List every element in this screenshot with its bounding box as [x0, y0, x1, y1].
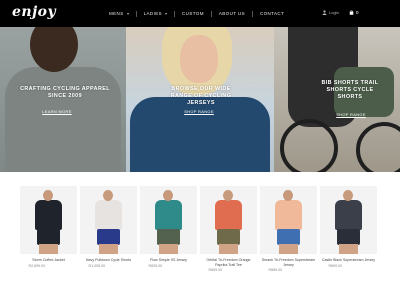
product-card[interactable]: Castle Black Superstream Jersey R899.00 — [320, 186, 377, 276]
nav-label: CONTACT — [259, 11, 285, 16]
user-icon — [322, 10, 327, 15]
hero-title: BROWSE OUR WIDE RANGE OF CYCLING JERSEYS — [170, 86, 232, 106]
hero-panel-apparel[interactable]: CRAFTING CYCLING APPAREL SINCE 2009 LEAR… — [0, 27, 126, 172]
product-grid: Storm Cuffed Jacket R2,699.00 Navy Pulld… — [20, 186, 380, 276]
nav-item-about-us[interactable]: ABOUT US — [212, 0, 252, 27]
product-card[interactable]: Navy Pulldown Cycle Shorts R1,095.00 — [80, 186, 137, 276]
product-image[interactable] — [320, 186, 377, 254]
nav-item-mens[interactable]: MENS — [102, 0, 136, 27]
chevron-down-icon — [165, 12, 168, 15]
product-price: R1,095.00 — [88, 263, 106, 268]
model-head — [343, 190, 353, 201]
nav-label: MENS — [109, 11, 124, 16]
product-name[interactable]: Orbital Tri-Freedom Orange Paprika Trail… — [200, 258, 257, 267]
product-image[interactable] — [20, 186, 77, 254]
product-price: R889.00 — [268, 268, 283, 272]
hero-panel-jerseys[interactable]: BROWSE OUR WIDE RANGE OF CYCLING JERSEYS… — [126, 27, 274, 172]
product-top — [215, 200, 242, 230]
product-price: R2,699.00 — [28, 263, 46, 268]
product-name[interactable]: Flow Simple SS Jersey — [140, 258, 197, 263]
product-price: R659.00 — [208, 268, 223, 272]
product-card[interactable]: Storm Cuffed Jacket R2,699.00 — [20, 186, 77, 276]
product-image[interactable] — [200, 186, 257, 254]
product-top — [275, 200, 302, 230]
model-legs — [39, 244, 58, 254]
bicycle-wheel — [356, 122, 400, 172]
top-navbar: enjoy MENS LADIES CUSTOM ABOUT US CONTAC… — [0, 0, 400, 27]
nav-label: ABOUT US — [218, 11, 245, 16]
hero-link-learn-more[interactable]: LEARN MORE — [37, 109, 77, 114]
product-bottom — [157, 229, 180, 245]
product-card[interactable]: Flow Simple SS Jersey R839.00 — [140, 186, 197, 276]
nav-label: CUSTOM — [182, 11, 204, 16]
hero-panel-shorts[interactable]: BIB SHORTS TRAIL SHORTS CYCLE SHORTS SHO… — [274, 27, 400, 172]
hero-figure — [5, 67, 121, 172]
product-image[interactable] — [260, 186, 317, 254]
cart-button[interactable]: 0 — [349, 10, 359, 15]
shopping-bag-icon — [349, 10, 354, 15]
model-head — [43, 190, 53, 201]
product-bottom — [217, 229, 240, 245]
nav-item-custom[interactable]: CUSTOM — [175, 0, 211, 27]
model-legs — [219, 244, 238, 254]
product-card[interactable]: Orbital Tri-Freedom Orange Paprika Trail… — [200, 186, 257, 276]
account-label: Login — [329, 10, 339, 15]
model-legs — [159, 244, 178, 254]
model-head — [283, 190, 293, 201]
product-image[interactable] — [80, 186, 137, 254]
product-bottom — [337, 229, 360, 245]
product-top — [35, 200, 62, 230]
product-top — [95, 200, 122, 230]
model-head — [223, 190, 233, 201]
product-bottom — [277, 229, 300, 245]
product-name[interactable]: Smash Tri-Freedom Superstream Jersey — [260, 258, 317, 267]
cart-count: 0 — [356, 10, 359, 15]
product-top — [155, 200, 182, 230]
product-price: R899.00 — [328, 263, 343, 268]
product-price: R839.00 — [148, 263, 163, 268]
model-head — [163, 190, 173, 201]
logo[interactable]: enjoy — [12, 4, 56, 20]
account-link[interactable]: Login — [322, 10, 339, 15]
main-nav: MENS LADIES CUSTOM ABOUT US CONTACT — [102, 0, 291, 27]
model-legs — [339, 244, 358, 254]
hero-title: BIB SHORTS TRAIL SHORTS CYCLE SHORTS — [321, 80, 379, 100]
product-name[interactable]: Storm Cuffed Jacket — [20, 258, 77, 263]
hero-link-shop-range[interactable]: SHOP RANGE — [329, 112, 373, 117]
model-legs — [99, 244, 118, 254]
product-bottom — [37, 229, 60, 245]
nav-item-contact[interactable]: CONTACT — [253, 0, 291, 27]
nav-item-ladies[interactable]: LADIES — [137, 0, 174, 27]
product-card[interactable]: Smash Tri-Freedom Superstream Jersey R88… — [260, 186, 317, 276]
hero-link-shop-range[interactable]: SHOP RANGE — [174, 109, 224, 114]
product-name[interactable]: Castle Black Superstream Jersey — [320, 258, 377, 263]
product-bottom — [97, 229, 120, 245]
product-top — [335, 200, 362, 230]
product-image[interactable] — [140, 186, 197, 254]
hero-title: CRAFTING CYCLING APPAREL SINCE 2009 — [20, 86, 110, 99]
model-legs — [279, 244, 298, 254]
nav-label: LADIES — [143, 11, 163, 16]
hero-figure-head — [30, 27, 78, 72]
product-name[interactable]: Navy Pulldown Cycle Shorts — [80, 258, 137, 263]
model-head — [103, 190, 113, 201]
chevron-down-icon — [126, 12, 129, 15]
bicycle-wheel — [280, 119, 338, 172]
hero-figure-face — [180, 35, 218, 83]
